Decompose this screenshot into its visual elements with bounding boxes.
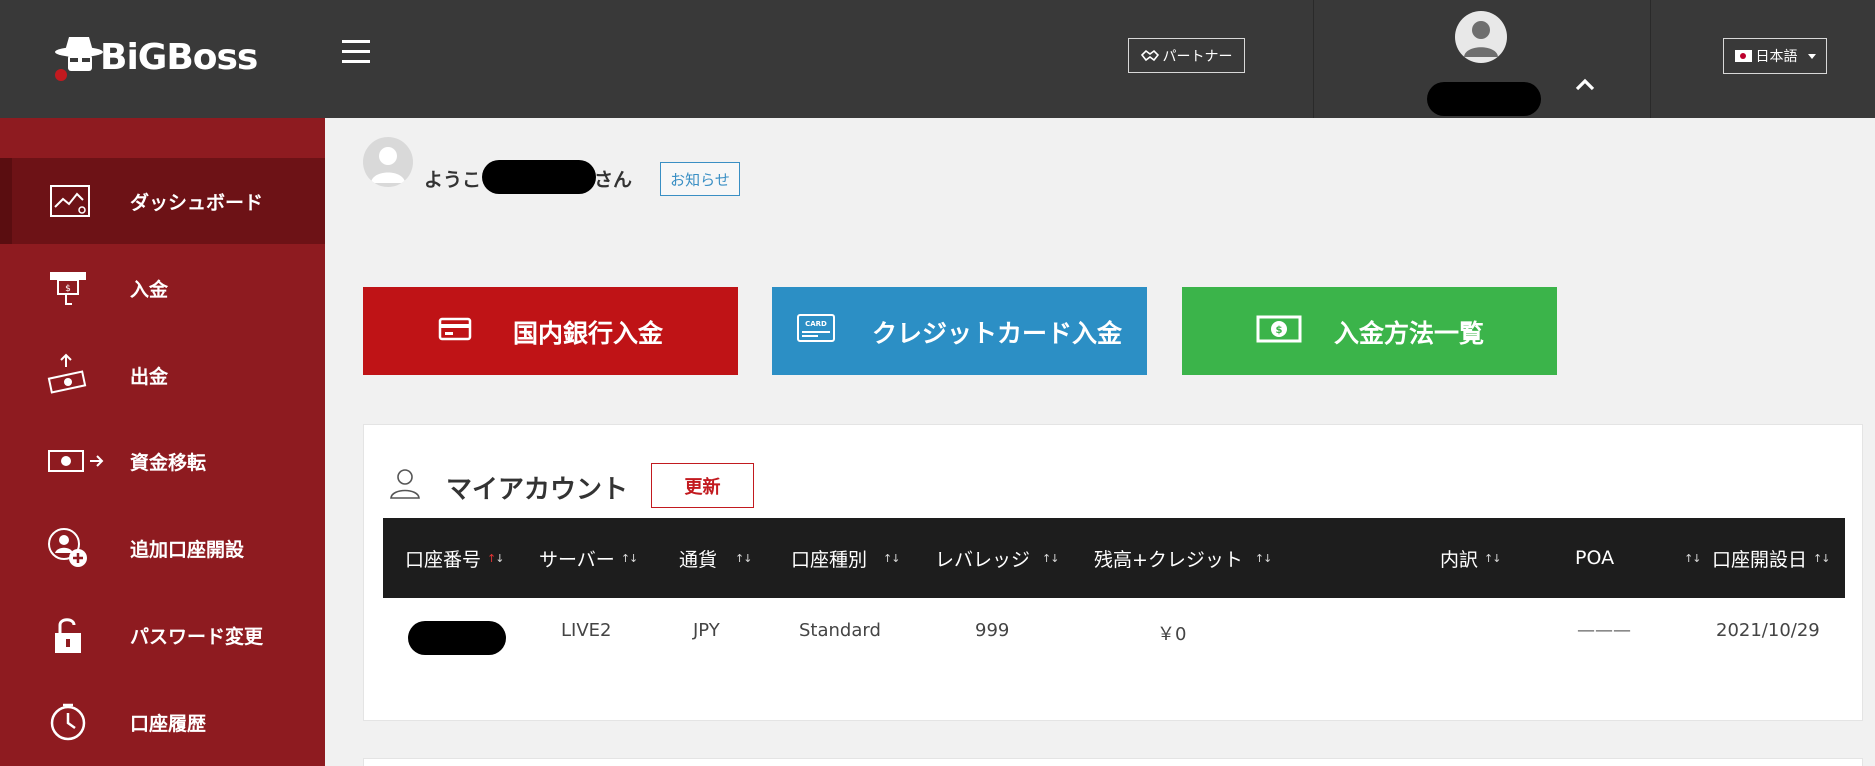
japan-flag-icon [1734,50,1752,62]
column-label: レバレッジ [935,548,1031,571]
sidebar-item-label: 出金 [130,365,169,388]
deposit-methods-button[interactable]: $ 入金方法一覧 [1182,287,1557,375]
column-label: 通貨 [679,548,718,571]
card-icon-text: CARD [805,320,827,328]
column-label: 口座開設日 [1712,548,1808,571]
cash-withdraw-icon [46,353,90,397]
my-account-title: マイアカウント [446,475,629,505]
welcome-avatar [363,137,413,187]
sidebar-item-label: パスワード変更 [130,625,264,648]
logo-text: BiGBoss [100,37,258,78]
column-currency[interactable]: 通貨 ↑↓ [679,518,752,598]
header-divider [1313,0,1314,118]
handshake-icon [1140,49,1159,61]
welcome-suffix: さん [594,169,633,191]
redacted-account-number [408,621,506,655]
credit-card-icon: CARD [796,311,836,351]
cell-balance: ￥0 [1157,624,1187,645]
my-account-panel: マイアカウント 更新 口座番号 ↑↓ サーバー ↑↓ 通貨 ↑↓ 口座種別 ↑↓… [363,424,1863,721]
logo-mascot-icon [52,32,104,84]
column-label: 口座番号 [405,548,482,571]
column-label: POA [1575,547,1615,569]
top-header: BiGBoss パートナー 日本語 [0,0,1875,118]
column-account-type[interactable]: 口座種別 ↑↓ [791,518,900,598]
menu-toggle-icon[interactable] [342,40,370,64]
language-label: 日本語 [1755,49,1798,65]
header-divider [1650,0,1651,118]
partner-label: パートナー [1162,48,1233,65]
sort-icon: ↑↓ [487,551,504,565]
sidebar-item-history[interactable]: 口座履歴 [0,679,325,765]
sort-icon: ↑↓ [883,551,900,565]
sort-icon: ↑↓ [620,551,638,565]
sort-icon: ↑↓ [1254,551,1272,565]
column-account-number[interactable]: 口座番号 ↑↓ [405,518,504,598]
redacted-username [1427,82,1541,116]
sidebar-item-label: 追加口座開設 [130,538,245,561]
sidebar-item-add-account[interactable]: 追加口座開設 [0,505,325,591]
bank-deposit-label: 国内銀行入金 [513,319,664,348]
column-poa[interactable]: POA ↑↓ [1575,518,1702,598]
svg-text:$: $ [65,284,71,294]
cash-bill-icon: $ [1256,314,1302,350]
redacted-name [482,160,596,194]
chevron-up-icon[interactable] [1573,74,1597,94]
chevron-down-icon [1807,53,1816,59]
add-account-icon [46,526,90,570]
user-avatar[interactable] [1455,11,1507,63]
partner-button[interactable]: パートナー [1128,38,1245,73]
user-outline-icon [388,466,422,500]
bank-deposit-button[interactable]: 国内銀行入金 [363,287,738,375]
cell-server: LIVE2 [561,620,612,641]
cell-leverage: 999 [975,620,1010,641]
sidebar-item-transfer[interactable]: 資金移転 [0,418,325,504]
deposit-methods-label: 入金方法一覧 [1334,319,1485,348]
sidebar-item-dashboard[interactable]: ダッシュボード [0,158,325,244]
column-open-date[interactable]: 口座開設日 ↑↓ [1712,518,1830,598]
dashboard-chart-icon [48,179,92,223]
cell-open-date: 2021/10/29 [1716,620,1820,641]
notice-button[interactable]: お知らせ [660,162,740,196]
refresh-button[interactable]: 更新 [651,463,754,508]
cell-poa: ——— [1577,620,1631,641]
sidebar-item-label: 資金移転 [130,451,207,474]
sidebar-item-label: ダッシュボード [130,191,264,214]
column-label: 残高+クレジット [1094,548,1243,571]
sidebar-item-label: 入金 [130,278,169,301]
column-label: 口座種別 [791,548,868,571]
column-label: サーバー [539,548,615,571]
bigboss-logo[interactable]: BiGBoss [52,30,282,85]
sidebar-item-password[interactable]: パスワード変更 [0,592,325,678]
column-balance-credit[interactable]: 残高+クレジット ↑↓ [1094,518,1272,598]
money-transfer-icon [48,439,106,483]
credit-card-deposit-button[interactable]: CARD クレジットカード入金 [772,287,1147,375]
column-breakdown[interactable]: 内訳 ↑↓ [1440,518,1501,598]
svg-text:$: $ [1276,325,1283,336]
sort-icon: ↑↓ [735,551,752,565]
accounts-table-header: 口座番号 ↑↓ サーバー ↑↓ 通貨 ↑↓ 口座種別 ↑↓ レバレッジ ↑↓ 残… [383,518,1845,598]
sidebar-item-withdraw[interactable]: 出金 [0,332,325,418]
language-selector[interactable]: 日本語 [1723,38,1827,74]
sort-icon: ↑↓ [1042,551,1059,565]
column-label: 内訳 [1440,548,1479,571]
atm-deposit-icon: $ [46,266,90,310]
history-clock-icon [46,700,90,744]
sort-icon: ↑↓ [1684,551,1701,565]
unlock-icon [46,613,90,657]
cell-account-type: Standard [799,620,881,641]
column-server[interactable]: サーバー ↑↓ [539,518,638,598]
bank-card-icon [438,315,472,349]
sidebar-item-label: 口座履歴 [130,712,207,735]
sort-icon: ↑↓ [1813,551,1830,565]
credit-card-deposit-label: クレジットカード入金 [872,319,1123,348]
cell-currency: JPY [693,620,720,641]
sidebar-item-deposit[interactable]: $ 入金 [0,245,325,331]
column-leverage[interactable]: レバレッジ ↑↓ [935,518,1059,598]
welcome-text: ようこ [424,169,482,191]
next-panel [363,758,1863,766]
sidebar: ダッシュボード $ 入金 出金 資金移転 追加口座開設 パスワード変更 口座履歴 [0,118,325,766]
sort-icon: ↑↓ [1484,551,1501,565]
